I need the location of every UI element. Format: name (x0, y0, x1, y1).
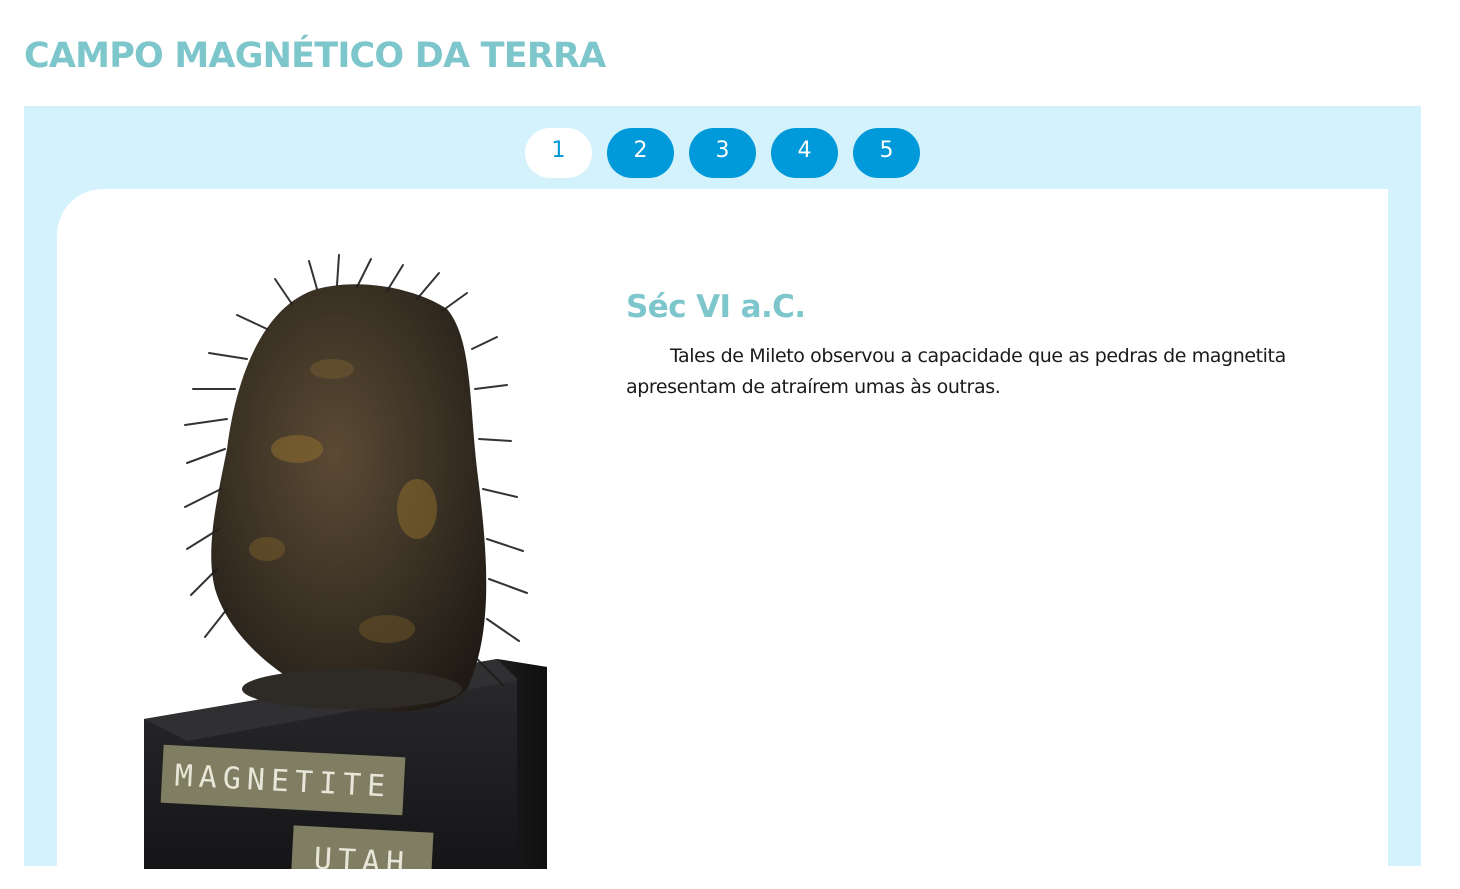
slide-card: MAGNETITE UTAH Séc VI a.C. Tales de Mile… (57, 189, 1388, 889)
page-button-1[interactable]: 1 (525, 128, 592, 178)
pagination: 1 2 3 4 5 (24, 128, 1421, 178)
slide-body-text: Tales de Mileto observou a capacidade qu… (626, 345, 1286, 398)
page-button-5[interactable]: 5 (853, 128, 920, 178)
page-title: CAMPO MAGNÉTICO DA TERRA (24, 36, 606, 76)
page-button-3[interactable]: 3 (689, 128, 756, 178)
slide-content: Séc VI a.C. Tales de Mileto observou a c… (626, 289, 1326, 403)
magnetite-photo: MAGNETITE UTAH (87, 249, 595, 869)
utah-label-text: UTAH (313, 842, 411, 869)
slide-heading: Séc VI a.C. (626, 289, 806, 325)
page-button-2[interactable]: 2 (607, 128, 674, 178)
slideshow-panel: 1 2 3 4 5 MAGNETITE UTAH Séc VI a.C. Tal… (24, 106, 1421, 889)
page-button-4[interactable]: 4 (771, 128, 838, 178)
